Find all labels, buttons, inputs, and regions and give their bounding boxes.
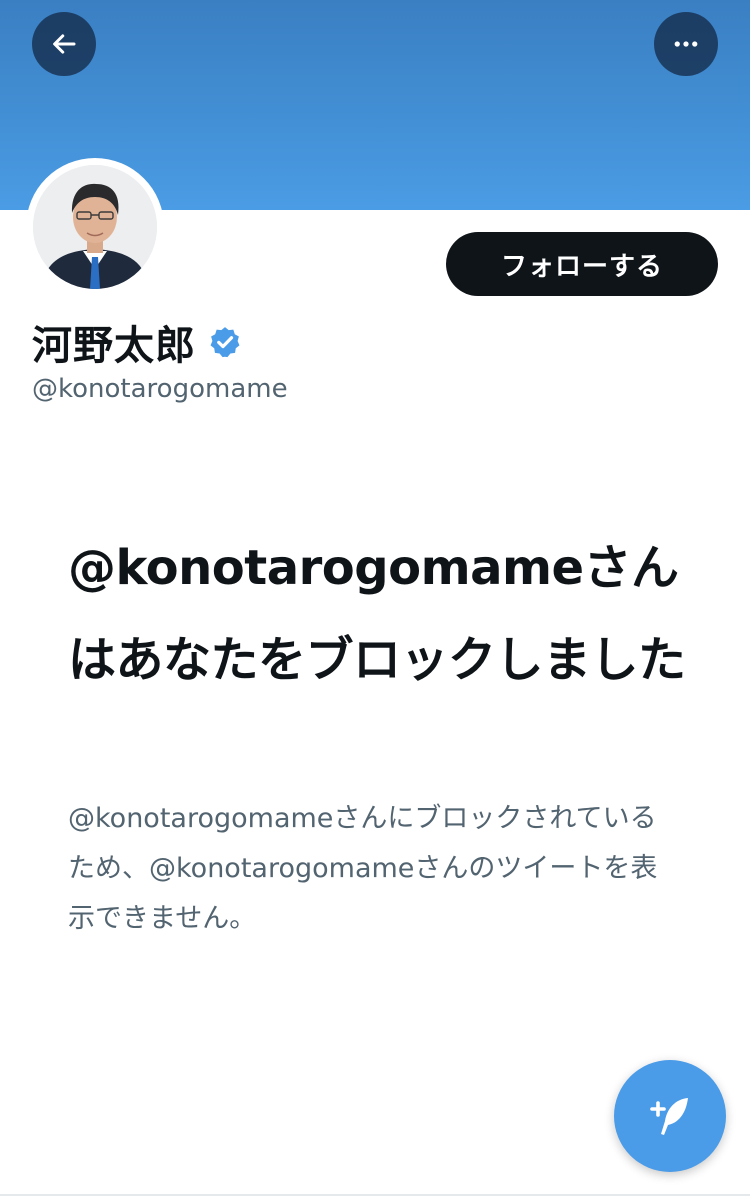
profile-photo <box>33 165 157 289</box>
display-name: 河野太郎 <box>32 323 196 369</box>
profile-handle: @konotarogomame <box>32 374 288 404</box>
compose-tweet-button[interactable] <box>614 1060 726 1172</box>
profile-name-row: 河野太郎 <box>32 316 242 369</box>
more-button[interactable] <box>654 12 718 76</box>
verified-badge-icon <box>210 327 240 358</box>
compose-tweet-icon <box>650 1098 688 1135</box>
more-horizontal-icon <box>674 41 698 47</box>
arrow-left-icon <box>53 34 76 54</box>
blocked-title: @konotarogomameさんはあなたをブロックしました <box>68 540 686 688</box>
follow-button[interactable]: フォローする <box>446 232 718 296</box>
avatar-frame <box>26 158 164 296</box>
avatar[interactable] <box>33 165 157 289</box>
back-button[interactable] <box>32 12 96 76</box>
blocked-description: @konotarogomameさんにブロックされているため、@konotarog… <box>68 803 658 934</box>
